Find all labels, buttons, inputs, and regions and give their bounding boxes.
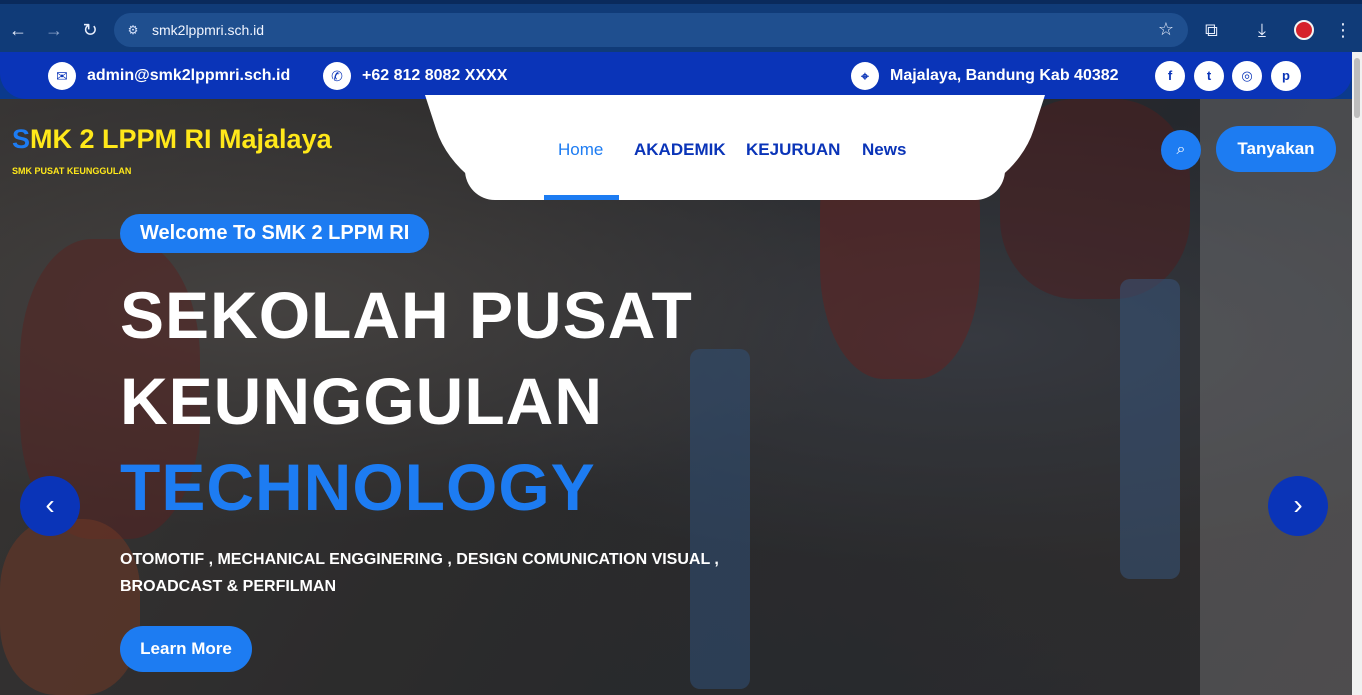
search-icon[interactable]: ⌕ bbox=[1161, 130, 1201, 170]
instagram-icon[interactable]: ◎ bbox=[1232, 61, 1262, 91]
nav-kejuruan[interactable]: KEJURUAN bbox=[746, 140, 840, 160]
back-icon[interactable]: ← bbox=[6, 18, 30, 42]
nav-home[interactable]: Home bbox=[558, 140, 603, 160]
email-text[interactable]: admin@smk2lppmri.sch.id bbox=[87, 67, 290, 85]
phone-text[interactable]: +62 812 8082 XXXX bbox=[362, 67, 507, 85]
envelope-icon: ✉ bbox=[48, 62, 76, 90]
browser-menu-icon[interactable]: ⋮ bbox=[1334, 18, 1352, 42]
hero-subtitle: OTOMOTIF , MECHANICAL ENGGINERING , DESI… bbox=[120, 551, 719, 595]
logo-text: MK 2 LPPM RI Majalaya bbox=[30, 124, 332, 154]
reload-icon[interactable]: ↻ bbox=[78, 18, 102, 42]
nav-news[interactable]: News bbox=[862, 140, 906, 160]
hero-headline-line2: KEUNGGULAN bbox=[120, 364, 603, 438]
nav-akademik[interactable]: AKADEMIK bbox=[634, 140, 726, 160]
site-tagline: SMK PUSAT KEUNGGULAN bbox=[12, 166, 132, 176]
carousel-next-icon[interactable]: › bbox=[1268, 476, 1328, 536]
site-info-icon[interactable]: ⚙ bbox=[124, 21, 142, 39]
profile-avatar-icon[interactable] bbox=[1294, 20, 1314, 40]
url-text[interactable]: smk2lppmri.sch.id bbox=[152, 22, 264, 38]
carousel-prev-icon[interactable]: ‹ bbox=[20, 476, 80, 536]
contact-address: ⌖ Majalaya, Bandung Kab 40382 bbox=[851, 62, 1119, 90]
nav-shape-center bbox=[465, 95, 1005, 200]
logo-initial: S bbox=[12, 124, 31, 154]
forward-icon[interactable]: → bbox=[42, 18, 66, 42]
address-bar[interactable]: ⚙ smk2lppmri.sch.id ☆ bbox=[114, 13, 1188, 47]
nav-active-indicator bbox=[544, 195, 619, 200]
location-pin-icon: ⌖ bbox=[851, 62, 879, 90]
hero-headline-line1: SEKOLAH PUSAT bbox=[120, 278, 693, 352]
phone-icon: ✆ bbox=[323, 62, 351, 90]
contact-phone[interactable]: ✆ +62 812 8082 XXXX bbox=[323, 62, 507, 90]
page-scrollbar[interactable] bbox=[1352, 52, 1362, 695]
extensions-icon[interactable]: ⧉ bbox=[1205, 18, 1218, 42]
bookmark-star-icon[interactable]: ☆ bbox=[1158, 19, 1174, 40]
site-logo[interactable]: SMK 2 LPPM RI Majalaya bbox=[12, 124, 332, 155]
download-icon[interactable]: ⤓ bbox=[1258, 18, 1266, 42]
ask-button[interactable]: Tanyakan bbox=[1216, 126, 1336, 172]
hero-headline-line3: TECHNOLOGY bbox=[120, 450, 596, 524]
learn-more-button[interactable]: Learn More bbox=[120, 626, 252, 672]
browser-toolbar: ← → ↻ ⚙ smk2lppmri.sch.id ☆ ⧉ ⤓ ⋮ bbox=[0, 0, 1362, 60]
contact-email[interactable]: ✉ admin@smk2lppmri.sch.id bbox=[48, 62, 290, 90]
address-text: Majalaya, Bandung Kab 40382 bbox=[890, 67, 1119, 84]
main-nav-container bbox=[425, 95, 1045, 200]
tab-strip bbox=[0, 0, 1362, 4]
pinterest-icon[interactable]: p bbox=[1271, 61, 1301, 91]
scrollbar-thumb[interactable] bbox=[1354, 58, 1360, 118]
facebook-icon[interactable]: f bbox=[1155, 61, 1185, 91]
twitter-icon[interactable]: t bbox=[1194, 61, 1224, 91]
welcome-badge: Welcome To SMK 2 LPPM RI bbox=[120, 214, 430, 253]
